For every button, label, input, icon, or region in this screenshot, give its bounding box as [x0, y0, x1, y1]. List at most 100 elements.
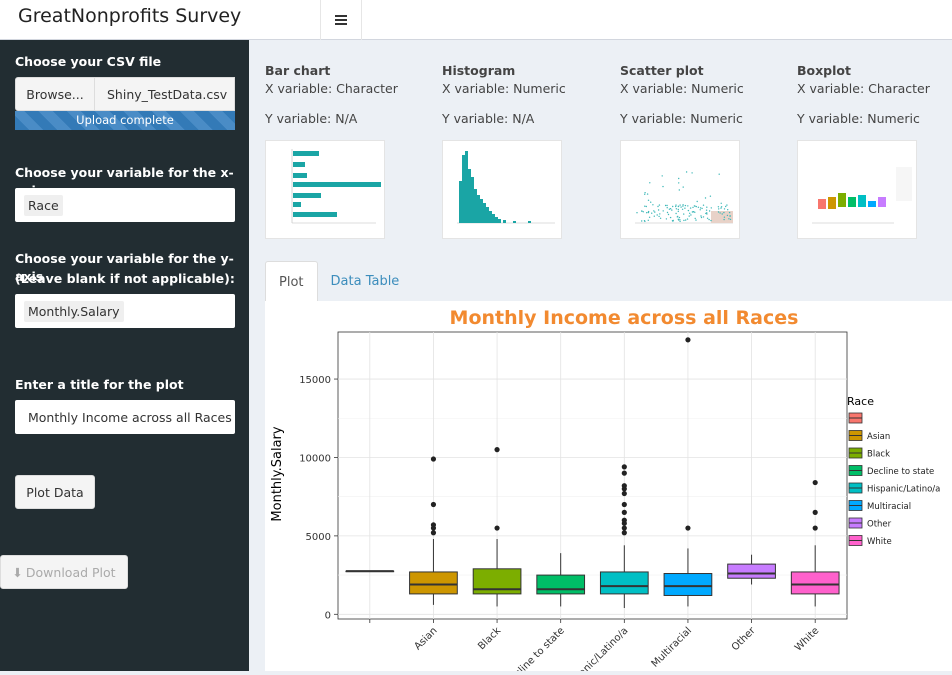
download-icon: ⬇	[12, 564, 23, 580]
scatter-thumb-point	[689, 207, 692, 209]
scatter-thumb-point	[721, 213, 723, 215]
outlier-point	[430, 456, 437, 462]
scatter-thumb-point	[644, 220, 646, 223]
scatter-thumb-point	[682, 204, 684, 206]
scatter-thumb-point	[701, 207, 703, 210]
x-tick-label: Black	[476, 625, 503, 652]
scatter-thumb-point	[672, 219, 674, 222]
scatter-thumb-point	[700, 215, 702, 217]
box	[409, 571, 458, 595]
scatter-thumb-point	[671, 209, 673, 211]
legend-label: Multiracial	[867, 502, 911, 512]
x-tick-label: Asian	[412, 625, 439, 652]
scatter-thumb-point	[702, 216, 705, 218]
scatter-thumb-point	[719, 212, 721, 214]
y-variable-select[interactable]: Monthly.Salary	[15, 294, 235, 328]
scatter-thumb-point	[720, 207, 722, 209]
sidebar-toggle-button[interactable]	[320, 0, 362, 40]
scatter-thumb-point	[658, 215, 660, 218]
scatter-thumb-point	[709, 195, 712, 197]
scatter-thumb-point	[659, 217, 662, 219]
file-input[interactable]: Browse... Shiny_TestData.csv	[15, 77, 235, 111]
legend-title: Race	[847, 395, 874, 408]
upload-progress-bar: Upload complete	[15, 111, 235, 130]
scatter-thumb-point	[667, 213, 670, 216]
x-tick-label: White	[793, 625, 821, 653]
scatter-thumb-point	[728, 211, 731, 214]
scatter-thumb-point	[690, 214, 692, 216]
scatter-thumb-point	[725, 205, 727, 208]
scatter-thumb-point	[706, 213, 708, 215]
scatter-thumb-point	[650, 201, 652, 203]
scatter-thumb-point	[681, 208, 684, 210]
chart-type-y: Y variable: Numeric	[797, 111, 920, 126]
outlier-point	[812, 479, 818, 486]
legend-label: Asian	[867, 432, 890, 442]
scatter-thumb-point	[689, 212, 691, 214]
scatter-thumb-point	[662, 185, 664, 188]
scatter-thumb-point	[653, 215, 655, 217]
plot-data-button[interactable]: Plot Data	[15, 475, 95, 509]
scatter-thumb-point	[708, 210, 711, 212]
scatter-thumb-point	[656, 214, 658, 216]
chart-type-scatter: Scatter plot X variable: Numeric Y varia…	[620, 62, 795, 128]
outlier-point	[812, 509, 818, 515]
scatter-thumb-point	[684, 204, 687, 207]
x-tick-label: Hispanic/Latino/a	[562, 625, 631, 671]
plot-title-input[interactable]: Monthly Income across all Races	[15, 400, 235, 434]
scatter-thumb-point	[675, 205, 677, 208]
x-variable-select[interactable]: Race	[15, 188, 235, 222]
y-axis-label-line2: (Leave blank if not applicable):	[15, 271, 235, 286]
hamburger-icon	[335, 15, 347, 25]
main-content: Bar chart X variable: Character Y variab…	[249, 40, 952, 675]
scatter-thumb-point	[682, 205, 684, 207]
scatter-thumb-point	[723, 208, 726, 210]
scatter-thumb-point	[651, 212, 653, 214]
scatter-thumb-point	[644, 205, 646, 207]
legend-label: Black	[867, 450, 890, 460]
scatter-thumb-point	[648, 216, 651, 218]
scatter-thumb-point	[662, 210, 664, 212]
scatter-thumb-point	[723, 216, 726, 218]
outlier-point	[621, 490, 627, 497]
outlier-point	[494, 525, 500, 531]
scatter-thumb-point	[647, 210, 650, 213]
outlier-point	[430, 530, 437, 536]
scatter-thumb-point	[666, 211, 669, 214]
chart-type-x: X variable: Character	[265, 81, 398, 96]
scatter-thumb-point	[696, 200, 698, 203]
scatter-thumb-point	[645, 205, 647, 208]
scatter-thumb-point	[677, 208, 679, 211]
y-variable-chip: Monthly.Salary	[24, 300, 124, 322]
tab-data-table[interactable]: Data Table	[318, 261, 413, 302]
csv-label: Choose your CSV file	[15, 54, 162, 69]
scatter-thumb-point	[680, 206, 682, 208]
scatter-thumb-point	[675, 212, 677, 215]
scatter-thumb-point	[665, 218, 668, 220]
scatter-thumb-point	[710, 219, 712, 222]
scatter-thumb-point	[723, 211, 725, 214]
scatter-thumb-point	[677, 210, 679, 213]
browse-button[interactable]: Browse...	[15, 77, 95, 111]
scatter-thumb-point	[646, 212, 648, 214]
chart-type-y: Y variable: N/A	[265, 111, 358, 126]
tab-plot[interactable]: Plot	[265, 261, 318, 302]
legend-label: White	[867, 537, 892, 547]
scatter-thumb-point	[706, 217, 709, 219]
scatter-thumb-point	[708, 218, 710, 221]
scatter-thumb-point	[694, 217, 696, 220]
legend-label: Hispanic/Latino/a	[867, 485, 940, 495]
scatter-thumb-point	[684, 207, 686, 209]
outlier-point	[430, 522, 437, 528]
chart-type-y: Y variable: N/A	[442, 111, 535, 126]
scatter-thumb-point	[677, 205, 680, 208]
download-plot-button[interactable]: ⬇ Download Plot	[0, 555, 128, 589]
scatter-thumb-point	[679, 219, 681, 221]
scatter-thumb-point	[720, 202, 722, 204]
scatter-thumb-point	[666, 204, 668, 207]
scatter-thumb-point	[641, 210, 643, 212]
y-tick-label: 0	[325, 610, 331, 621]
plot-title-label: Enter a title for the plot	[15, 377, 184, 392]
scatter-thumb-point	[661, 175, 663, 177]
scatter-thumb-point	[728, 218, 730, 220]
